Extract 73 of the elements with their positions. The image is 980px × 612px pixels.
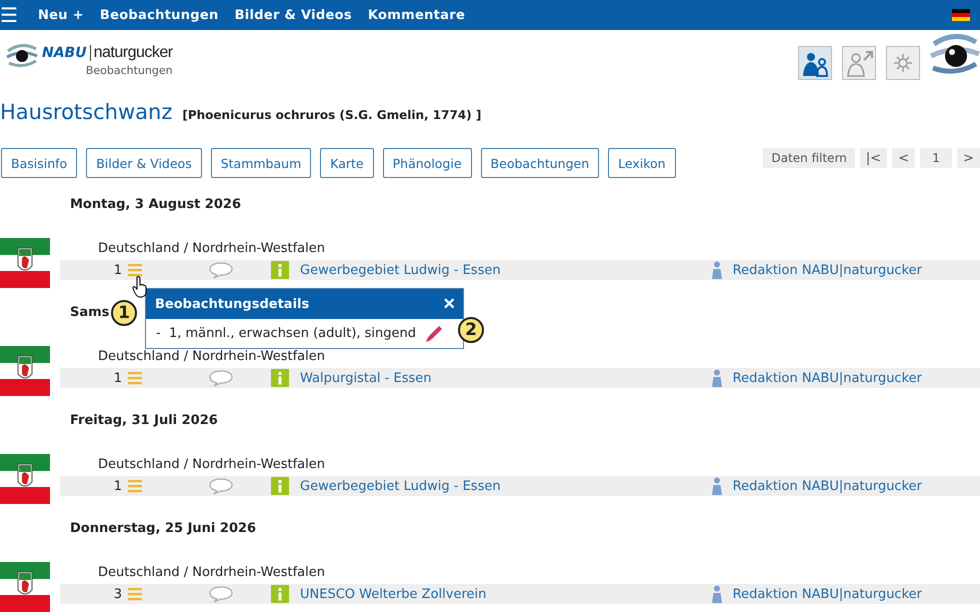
observer-link[interactable]: Redaktion NABU|naturgucker [732, 478, 922, 494]
scientific-name: [Phoenicurus ochruros (S.G. Gmelin, 1774) ] [182, 108, 482, 122]
next-page-button[interactable]: > [957, 148, 980, 168]
observer-link[interactable]: Redaktion NABU|naturgucker [732, 262, 922, 278]
toolbar-button[interactable] [886, 46, 920, 80]
flag-icon [0, 562, 50, 612]
flag-icon [952, 9, 970, 21]
tab[interactable]: Stammbaum [210, 148, 312, 178]
flag-icon [0, 346, 50, 396]
region-text: Deutschland / Nordrhein-Westfalen [97, 564, 326, 582]
region-text: Deutschland / Nordrhein-Westfalen [97, 240, 326, 258]
toolbar-button[interactable] [842, 46, 876, 80]
info-icon [271, 369, 289, 387]
observer-link[interactable]: Redaktion NABU|naturgucker [732, 586, 922, 602]
count-text: 1 [112, 370, 122, 386]
species-name: Hausrotschwanz [0, 100, 172, 124]
flag-icon [0, 238, 50, 288]
tab[interactable]: Lexikon [608, 148, 676, 178]
previous-page-button[interactable]: < [892, 148, 916, 168]
logo-product: naturgucker [94, 44, 173, 62]
info-icon [271, 261, 289, 279]
list-icon [127, 262, 143, 278]
callout-number: 1 [111, 300, 137, 326]
info-icon [271, 477, 289, 495]
comment-icon [209, 261, 233, 279]
first-page-button[interactable]: |< [860, 148, 888, 168]
list-icon [127, 478, 143, 494]
region-text: Deutschland / Nordrhein-Westfalen [97, 348, 326, 366]
logo-brand: NABU [42, 45, 91, 61]
region-text: Deutschland / Nordrhein-Westfalen [97, 456, 326, 474]
tab[interactable]: Phänologie [382, 148, 472, 178]
menu-icon[interactable]: ☰ [0, 0, 22, 30]
detail-text: - 1, männl., erwachsen (adult), singend [156, 326, 416, 341]
nav-link[interactable]: Beobachtungen [100, 8, 219, 22]
list-icon [127, 586, 143, 602]
info-icon [271, 585, 289, 603]
close-button[interactable]: × [443, 294, 455, 314]
date-heading: Sams [70, 304, 110, 322]
person-icon [710, 585, 724, 603]
site-link[interactable]: UNESCO Welterbe Zollverein [300, 586, 486, 602]
tab[interactable]: Basisinfo [1, 148, 78, 178]
site-link[interactable]: Walpurgistal - Essen [300, 370, 432, 386]
nav-link[interactable]: Bilder & Videos [234, 8, 352, 22]
date-heading: Freitag, 31 Juli 2026 [70, 412, 218, 430]
pencil-icon [424, 324, 444, 344]
count-text: 3 [112, 586, 122, 602]
toolbar-button[interactable] [798, 46, 832, 80]
filter-button[interactable]: Daten filtern [763, 148, 855, 168]
list-icon [127, 370, 143, 386]
person-arrow-icon [844, 48, 874, 78]
observer-link[interactable]: Redaktion NABU|naturgucker [732, 370, 922, 386]
person-icon [710, 477, 724, 495]
callout-number: 2 [458, 317, 484, 343]
site-link[interactable]: Gewerbegebiet Ludwig - Essen [300, 262, 501, 278]
nav-link[interactable]: Kommentare [368, 8, 466, 22]
comment-icon [209, 369, 233, 387]
count-text: 1 [112, 262, 122, 278]
page-number: 1 [920, 148, 952, 168]
tab[interactable]: Karte [320, 148, 374, 178]
date-heading: Donnerstag, 25 Juni 2026 [70, 520, 256, 538]
flag-icon [0, 454, 50, 504]
person-icon [710, 369, 724, 387]
tab[interactable]: Bilder & Videos [86, 148, 202, 178]
site-link[interactable]: Gewerbegebiet Ludwig - Essen [300, 478, 501, 494]
date-heading: Montag, 3 August 2026 [70, 196, 241, 214]
logo-subtitle: Beobachtungen [84, 64, 173, 77]
person-icon [710, 261, 724, 279]
popup-title: Beobachtungsdetails [155, 296, 310, 312]
tab[interactable]: Beobachtungen [480, 148, 600, 178]
comment-icon [209, 477, 233, 495]
count-text: 1 [112, 478, 122, 494]
comment-icon [209, 585, 233, 603]
nav-link[interactable]: Neu + [38, 8, 84, 22]
